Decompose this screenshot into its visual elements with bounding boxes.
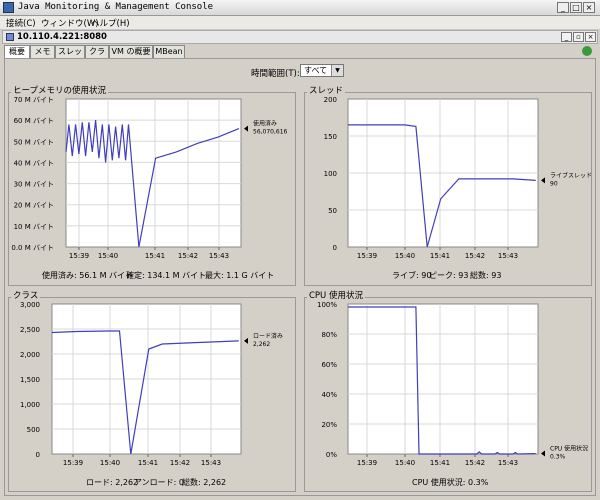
cpu-y-tick-label: 20% bbox=[321, 421, 337, 429]
cpu-x-tick-label: 15:43 bbox=[498, 459, 518, 467]
cpu-y-tick-label: 0% bbox=[326, 451, 337, 459]
cpu-y-tick-label: 60% bbox=[321, 361, 337, 369]
cpu-current-value-marker bbox=[541, 450, 545, 457]
cpu-current-value: 0.3% bbox=[550, 454, 566, 461]
cpu-x-tick-label: 15:42 bbox=[465, 459, 485, 467]
cpu-x-tick-label: 15:41 bbox=[430, 459, 450, 467]
cpu-series-label: CPU 使用状況 bbox=[550, 445, 588, 453]
cpu-usage: CPU 使用状況: 0.3% bbox=[412, 478, 489, 487]
cpu-y-tick-label: 40% bbox=[321, 391, 337, 399]
cpu-y-tick-label: 100% bbox=[317, 301, 337, 309]
cpu-plot-area bbox=[347, 303, 539, 455]
cpu-x-tick-label: 15:39 bbox=[357, 459, 377, 467]
cpu-x-tick-label: 15:40 bbox=[395, 459, 415, 467]
cpu-chart: 0% 20% 40% 60% 80% 100% 15:39 15:40 15:41 15:42 15… bbox=[317, 301, 588, 467]
cpu-y-tick-label: 80% bbox=[321, 331, 337, 339]
